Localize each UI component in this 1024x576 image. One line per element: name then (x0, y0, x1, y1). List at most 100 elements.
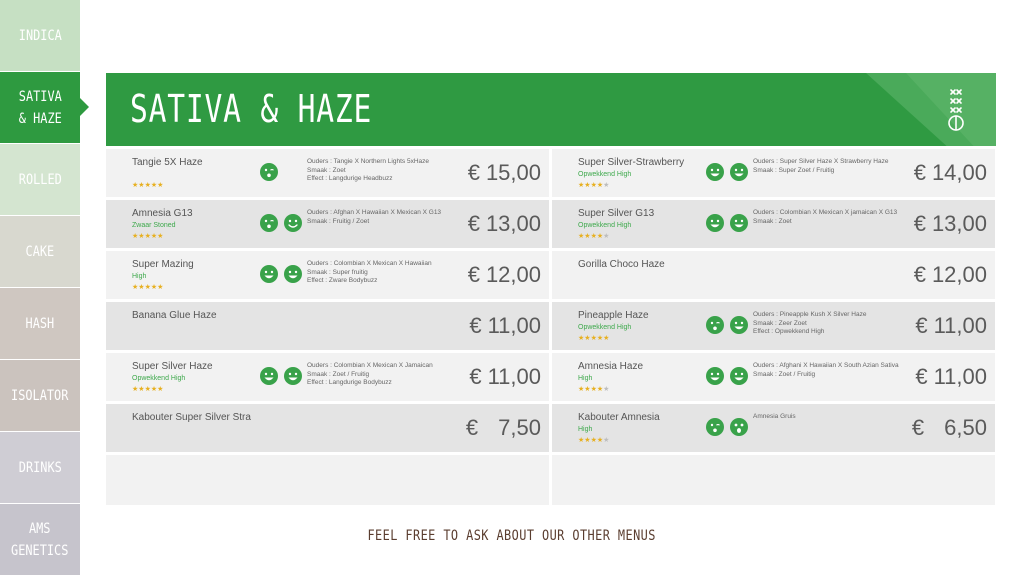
page-header: SATIVA & HAZE (106, 73, 996, 146)
currency-symbol: € (911, 415, 925, 440)
empty-cell (106, 455, 549, 505)
footer-note: FEEL FREE TO ASK ABOUT OUR OTHER MENUS (367, 528, 657, 544)
menu-item-gorilla-choco-haze[interactable]: Gorilla Choco Haze €12,00 (552, 251, 995, 299)
currency-symbol: € (913, 211, 926, 236)
sidebar-item-indica[interactable]: INDICA (0, 0, 80, 71)
sidebar-item-label: SATIVA & HAZE (18, 88, 62, 127)
sidebar-item-label: INDICA (18, 27, 62, 44)
smile-face-icon (284, 214, 302, 232)
menu-grid: Tangie 5X Haze ★★★★★ Ouders : Tangie X Nor… (106, 149, 996, 505)
description-line: Ouders : Colombian X Mexican X Hawaiian (307, 260, 432, 267)
description-line: Ouders : Afghani X Hawaiian X South Azia… (753, 362, 899, 369)
effect-icons (260, 214, 302, 232)
price: €15,00 (468, 160, 541, 186)
strain-name: Super Mazing (132, 259, 194, 270)
star-rating: ★★★★★ (132, 182, 163, 190)
effect-label: High (132, 273, 147, 280)
menu-item-banana-glue-haze[interactable]: Banana Glue Haze €11,00 (106, 302, 549, 350)
currency-symbol: € (465, 415, 479, 440)
strain-description: Ouders : Afghan X Hawaiian X Mexican X G… (307, 209, 457, 241)
currency-symbol: € (915, 313, 928, 338)
sidebar-item-label: ISOLATOR (11, 387, 69, 404)
grin-face-icon (730, 316, 748, 334)
menu-item-super-silver-haze[interactable]: Super Silver Haze Opwekkend High ★★★★★ Oude… (106, 353, 549, 401)
menu-item-super-silver-strawberry[interactable]: Super Silver-Strawberry Opwekkend High ★★★… (552, 149, 995, 197)
description-line: Amnesia Gruis (753, 413, 796, 420)
price: €13,00 (468, 211, 541, 237)
menu-item-amnesia-g13[interactable]: Amnesia G13 Zwaar Stoned ★★★★★ Ouders : Afg… (106, 200, 549, 248)
menu-item-amnesia-haze[interactable]: Amnesia Haze High ★★★★★ Ouders : Afghani X … (552, 353, 995, 401)
grin-face-icon (284, 367, 302, 385)
strain-name: Super Silver-Strawberry (578, 157, 685, 168)
price: €11,00 (915, 313, 987, 339)
sidebar-item-label: ROLLED (18, 171, 62, 188)
grin-face-icon (284, 265, 302, 283)
price: €13,00 (914, 211, 987, 237)
sidebar-item-isolator[interactable]: ISOLATOR (0, 360, 80, 431)
grin-face-icon (730, 367, 748, 385)
effect-label: Opwekkend High (578, 324, 632, 331)
price-value: 11,00 (933, 313, 987, 338)
currency-symbol: € (467, 211, 480, 236)
menu-item-kabouter-amnesia[interactable]: Kabouter Amnesia High ★★★★★ Amnesia Gruis €6… (552, 404, 995, 452)
menu-item-pineapple-haze[interactable]: Pineapple Haze Opwekkend High ★★★★★ Ouders … (552, 302, 995, 350)
description-line: Effect : Langdurige Bodybuzz (307, 379, 392, 386)
effect-icons (706, 418, 748, 436)
price: €11,00 (469, 364, 541, 390)
effect-icons (706, 316, 748, 334)
strain-description: Amnesia Gruis (753, 413, 903, 445)
effect-icons (706, 367, 748, 385)
description-line: Smaak : Zoet / Fruitig (753, 370, 816, 378)
price: €12,00 (914, 262, 987, 288)
menu-item-super-silver-g13[interactable]: Super Silver G13 Opwekkend High ★★★★★ Ouder… (552, 200, 995, 248)
strain-name: Gorilla Choco Haze (578, 259, 665, 270)
star-icon: ★ (603, 437, 610, 444)
star-rating: ★★★★★ (132, 284, 163, 292)
currency-symbol: € (913, 262, 926, 287)
star-rating: ★★★★★ (578, 182, 609, 190)
currency-symbol: € (469, 313, 482, 338)
menu-item-super-mazing[interactable]: Super Mazing High ★★★★★ Ouders : Colombian … (106, 251, 549, 299)
sidebar-item-sativa-haze[interactable]: SATIVA & HAZE (0, 72, 89, 143)
grin-face-icon (730, 214, 748, 232)
sidebar-item-label: DRINKS (18, 459, 62, 476)
price-value: 15,00 (485, 160, 541, 185)
strain-description: Ouders : Super Silver Haze X Strawberry … (753, 158, 903, 190)
star-rating: ★★★★★ (132, 233, 163, 241)
strain-name: Banana Glue Haze (132, 310, 217, 321)
grin-face-icon (706, 214, 724, 232)
star-icon: ★ (157, 233, 164, 240)
sidebar-item-hash[interactable]: HASH (0, 288, 80, 359)
description-line: Ouders : Colombian X Mexican X jamaican … (753, 209, 898, 216)
price: €6,50 (912, 415, 987, 441)
price-value: 12,00 (485, 262, 541, 287)
active-indicator-arrow (80, 98, 89, 116)
empty-cell (552, 455, 995, 505)
menu-item-kabouter-super-silver-stra[interactable]: Kabouter Super Silver Stra €7,50 (106, 404, 549, 452)
price-value: 11,00 (487, 364, 541, 389)
sidebar-item-rolled[interactable]: ROLLED (0, 144, 80, 215)
description-line: Smaak : Zoet / Fruitig (307, 370, 370, 378)
strain-description: Ouders : Tangie X Northern Lights 5xHaze… (307, 158, 457, 190)
menu-item-tangie-5x-haze[interactable]: Tangie 5X Haze ★★★★★ Ouders : Tangie X Nor… (106, 149, 549, 197)
wink-face-icon (706, 316, 724, 334)
strain-description: Ouders : Colombian X Mexican X jamaican … (753, 209, 903, 241)
effect-label: Zwaar Stoned (132, 222, 176, 229)
description-line: Ouders : Afghan X Hawaiian X Mexican X G… (307, 209, 442, 216)
price-value: 13,00 (931, 211, 987, 236)
description-line: Effect : Zware Bodybuzz (307, 277, 378, 284)
star-icon: ★ (157, 386, 164, 393)
price-value: 11,00 (933, 364, 987, 389)
currency-symbol: € (467, 262, 480, 287)
description-line: Smaak : Fruitig / Zoet (307, 217, 370, 225)
effect-label: High (578, 426, 593, 433)
sidebar-item-label: CAKE (25, 243, 55, 260)
star-icon: ★ (603, 182, 610, 189)
strain-description: Ouders : Colombian X Mexican X Hawaiian S… (307, 260, 457, 292)
sidebar-item-drinks[interactable]: DRINKS (0, 432, 80, 503)
price: €12,00 (468, 262, 541, 288)
grin-face-icon (260, 265, 278, 283)
category-sidebar: INDICA SATIVA & HAZE ROLLED CAKE HASH ISOLATO… (0, 0, 89, 576)
sidebar-item-cake[interactable]: CAKE (0, 216, 80, 287)
ams-logo-icon (948, 89, 964, 131)
